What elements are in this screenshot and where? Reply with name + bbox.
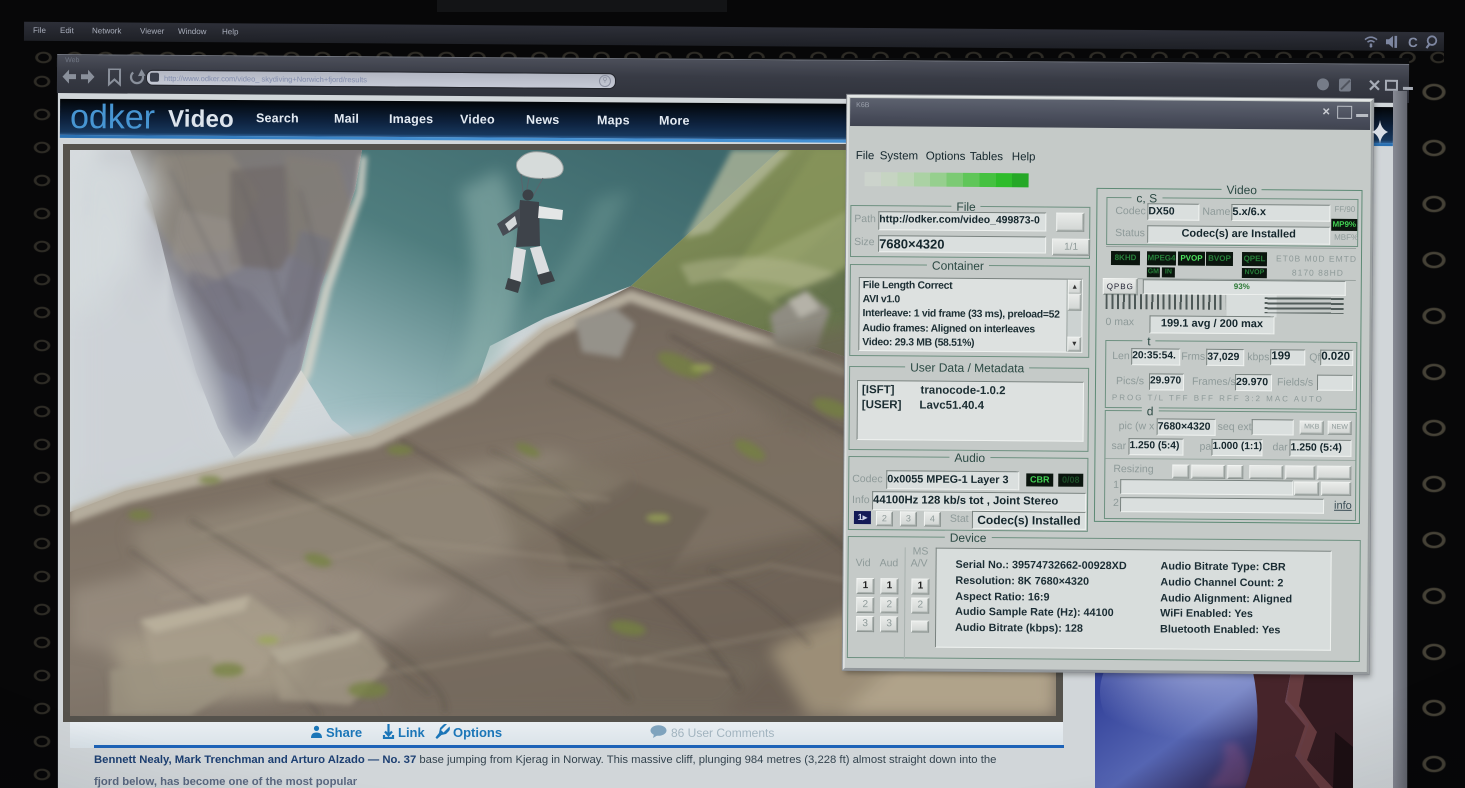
svg-text:C: C <box>1408 35 1418 50</box>
